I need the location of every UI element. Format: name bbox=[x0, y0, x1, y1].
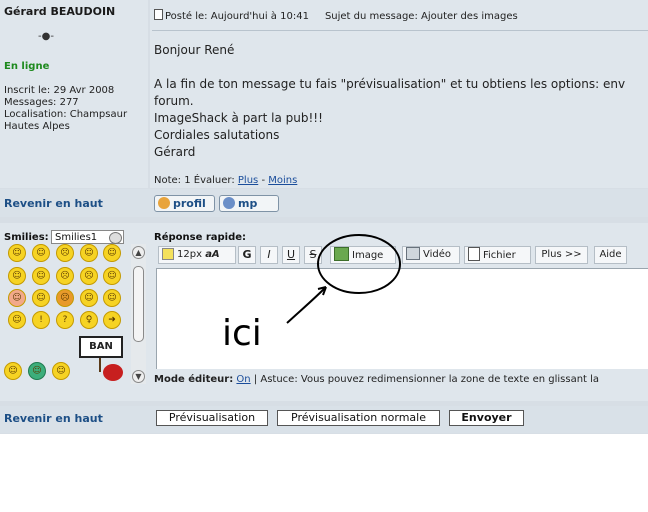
editor-mode-bar: Mode éditeur: On | Astuce: Vous pouvez r… bbox=[154, 374, 599, 385]
back-to-top-link-2[interactable]: Revenir en haut bbox=[4, 412, 103, 425]
editor-mode-link[interactable]: On bbox=[236, 374, 250, 385]
annotation-arrow bbox=[286, 286, 327, 324]
annotation-overlay: ici bbox=[222, 234, 401, 354]
annotation-circle bbox=[317, 234, 401, 294]
send-button[interactable]: Envoyer bbox=[449, 410, 524, 426]
annotation-text: ici bbox=[222, 313, 262, 354]
editor-tip: | Astuce: Vous pouvez redimensionner la … bbox=[253, 374, 600, 385]
editor-mode-label: Mode éditeur: bbox=[154, 374, 234, 385]
preview-button[interactable]: Prévisualisation bbox=[156, 410, 268, 426]
preview-normal-button[interactable]: Prévisualisation normale bbox=[277, 410, 440, 426]
